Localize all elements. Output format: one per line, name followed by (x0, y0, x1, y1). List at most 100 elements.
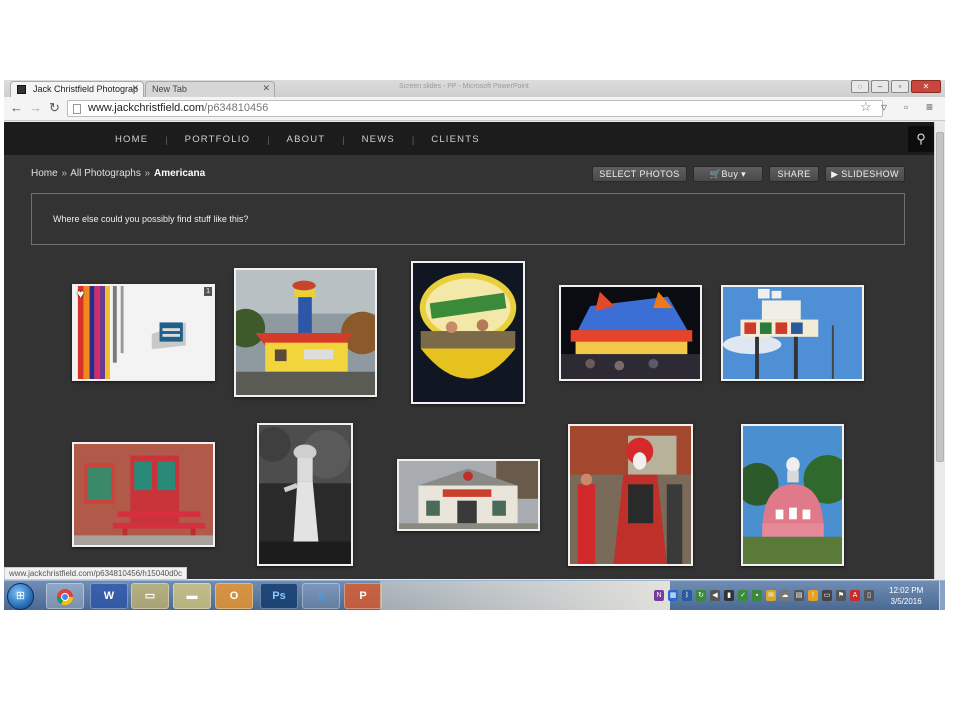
bluetooth-icon[interactable]: ᛒ (682, 590, 692, 601)
power-icon[interactable]: ▪ (752, 590, 762, 601)
folder-icon[interactable]: ▬ (173, 583, 211, 609)
site-favicon-icon (17, 85, 26, 94)
photo-image (74, 286, 213, 379)
url-path: /p634810456 (204, 102, 269, 114)
powerpoint-icon[interactable]: P (344, 583, 382, 609)
site-nav: HOME | PORTFOLIO | ABOUT | NEWS | CLIENT… (4, 122, 934, 155)
update-icon[interactable]: ↻ (696, 590, 706, 601)
bookmark-star-icon[interactable]: ☆ (860, 99, 872, 115)
volume-icon[interactable]: ◀ (710, 590, 720, 601)
system-tray: N ▦ ᛒ ↻ ◀ ▮ ✓ ▪ ✉ ☁ ▤ ! ▭ ⚑ A ▯ (654, 590, 874, 601)
tab-title: Jack Christfield Photograp (33, 84, 139, 94)
pocket-icon[interactable]: ▿ (881, 100, 887, 114)
breadcrumb: Home » All Photographs » Americana (31, 168, 205, 179)
notification-icon[interactable]: ! (808, 590, 818, 601)
explorer-icon[interactable]: ▭ (131, 583, 169, 609)
mail-icon[interactable]: ✉ (766, 590, 776, 601)
search-icon[interactable]: ⚲ (908, 126, 934, 152)
nav-portfolio[interactable]: PORTFOLIO (185, 134, 251, 145)
tab-close-icon[interactable]: ✕ (262, 83, 270, 94)
photo-image (723, 287, 862, 379)
breadcrumb-separator: » (144, 168, 151, 179)
nav-separator: | (165, 134, 168, 145)
photo-thumbnail[interactable]: ♥ 1 (72, 284, 215, 381)
scrollbar-thumb[interactable] (936, 132, 944, 462)
nav-home[interactable]: HOME (115, 134, 148, 145)
breadcrumb-home[interactable]: Home (31, 168, 58, 179)
slideshow-button[interactable]: ▶ SLIDESHOW (825, 166, 905, 182)
photo-thumbnail[interactable] (741, 424, 844, 566)
taskbar-clock[interactable]: 12:02 PM 3/5/2016 (889, 585, 923, 607)
reload-icon[interactable]: ↻ (49, 101, 60, 115)
share-button[interactable]: SHARE (769, 166, 819, 182)
back-arrow-icon[interactable]: ← (10, 101, 23, 115)
action-center-flag-icon[interactable]: ⚑ (836, 590, 846, 601)
clock-time: 12:02 PM (889, 586, 924, 595)
chrome-icon[interactable] (46, 583, 84, 609)
device-icon[interactable]: ▤ (794, 590, 804, 601)
tab-strip: Jack Christfield Photograp ✕ New Tab ✕ S… (4, 80, 945, 97)
background-window-title: Screen slides - PP - Microsoft PowerPoin… (399, 83, 529, 90)
breadcrumb-all-photographs[interactable]: All Photographs (70, 168, 141, 179)
photo-thumbnail[interactable] (72, 442, 215, 547)
nav-about[interactable]: ABOUT (287, 134, 326, 145)
breadcrumb-separator: » (61, 168, 68, 179)
photo-thumbnail[interactable] (257, 423, 353, 566)
buy-button[interactable]: 🛒Buy ▾ (693, 166, 763, 182)
tab-jack-christfield[interactable]: Jack Christfield Photograp ✕ (10, 81, 144, 97)
photo-image (236, 270, 375, 395)
cloud-icon[interactable]: ☁ (780, 590, 790, 601)
photo-thumbnail[interactable] (234, 268, 377, 397)
photo-image (259, 425, 351, 564)
close-button[interactable]: ✕ (911, 80, 941, 93)
photo-image (74, 444, 213, 545)
photo-thumbnail[interactable] (397, 459, 540, 531)
ie-icon[interactable]: e (302, 583, 340, 609)
onenote-icon[interactable]: N (654, 590, 664, 601)
gallery-description: Where else could you possibly find stuff… (31, 193, 905, 245)
taskbar-empty-area (380, 581, 670, 610)
outlook-icon[interactable]: O (215, 583, 253, 609)
photo-image (399, 461, 538, 529)
address-bar[interactable]: www.jackchristfield.com/p634810456 (67, 100, 883, 117)
user-icon[interactable]: ◌ (851, 80, 869, 93)
photo-thumbnail[interactable] (721, 285, 864, 381)
word-icon[interactable]: W (90, 583, 128, 609)
photo-thumbnail[interactable] (559, 285, 702, 381)
windows-icon[interactable]: ▦ (668, 590, 678, 601)
url-domain: www.jackchristfield.com (88, 102, 205, 114)
tab-new-tab[interactable]: New Tab ✕ (145, 81, 275, 97)
battery-icon[interactable]: ▯ (864, 590, 874, 601)
favorite-heart-icon[interactable]: ♥ (77, 288, 84, 300)
forward-arrow-icon[interactable]: → (29, 101, 42, 115)
status-url: www.jackchristfield.com/p634810456/h1504… (9, 569, 182, 578)
photo-thumbnail[interactable] (411, 261, 525, 404)
web-page: HOME | PORTFOLIO | ABOUT | NEWS | CLIENT… (4, 122, 934, 580)
network-icon[interactable]: ▮ (724, 590, 734, 601)
select-photos-button[interactable]: SELECT PHOTOS (592, 166, 687, 182)
acrobat-icon[interactable]: A (850, 590, 860, 601)
show-desktop-button[interactable] (939, 581, 945, 610)
start-button[interactable]: ⊞ (7, 583, 34, 610)
minimize-button[interactable]: – (871, 80, 889, 93)
security-icon[interactable]: ✓ (738, 590, 748, 601)
photo-thumbnail[interactable] (568, 424, 693, 566)
nav-separator: | (411, 134, 415, 145)
photoshop-icon[interactable]: Ps (260, 583, 298, 609)
page-icon (73, 104, 81, 114)
nav-news[interactable]: NEWS (362, 134, 395, 145)
photo-image (413, 263, 523, 402)
nav-clients[interactable]: CLIENTS (431, 134, 480, 145)
menu-icon[interactable]: ≡ (926, 100, 933, 114)
vertical-scrollbar[interactable] (934, 122, 945, 579)
nav-separator: | (342, 134, 345, 145)
breadcrumb-current: Americana (154, 168, 206, 179)
extension-icon[interactable]: ▫ (904, 100, 908, 114)
maximize-button[interactable]: ▫ (891, 80, 909, 93)
photo-image (570, 426, 691, 564)
tab-title: New Tab (152, 84, 187, 94)
display-icon[interactable]: ▭ (822, 590, 832, 601)
browser-toolbar: ← → ↻ www.jackchristfield.com/p634810456… (4, 97, 945, 121)
nav-separator: | (267, 134, 270, 145)
tab-close-icon[interactable]: ✕ (131, 83, 139, 94)
